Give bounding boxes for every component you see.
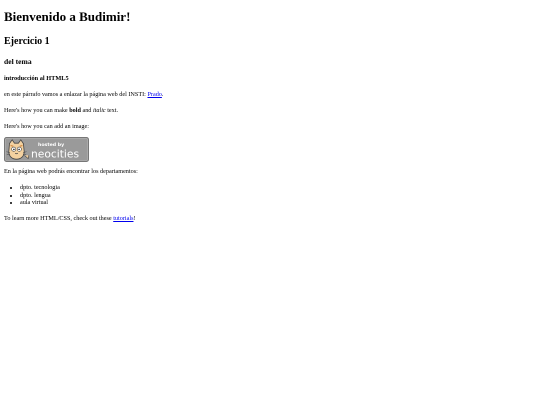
- formatting-prefix: Here's how you can make: [4, 107, 70, 114]
- bold-text: bold: [69, 107, 81, 114]
- page: Bienvenido a Budimir! Ejercicio 1 del te…: [0, 0, 540, 405]
- intro-text: en este párrafo vamos a enlazar la págin…: [4, 91, 148, 98]
- departments-intro: En la página web podrás encontrar los de…: [4, 168, 138, 175]
- prado-link[interactable]: Prado: [147, 91, 161, 98]
- list-item: dpto. lengua: [20, 192, 536, 200]
- exercise-heading: Ejercicio 1: [4, 36, 50, 47]
- learn-more-prefix: To learn more HTML/CSS, check out these: [4, 214, 114, 222]
- list-item: aula virtual: [20, 199, 536, 207]
- italic-text: italic: [92, 107, 106, 114]
- topic-heading: del tema: [4, 57, 32, 66]
- learn-more-suffix: !: [133, 214, 136, 222]
- list-item: dpto. tecnologia: [20, 184, 536, 192]
- departments-list: dpto. tecnologia dpto. lengua aula virtu…: [4, 184, 536, 207]
- tutorials-link[interactable]: tutorials: [113, 215, 133, 222]
- intro-suffix: .: [161, 91, 164, 98]
- neocities-badge[interactable]: hosted by neocities: [4, 137, 89, 162]
- intro-paragraph: en este párrafo vamos a enlazar la págin…: [4, 91, 536, 99]
- formatting-paragraph: Here's how you can make bold and italic …: [4, 107, 536, 115]
- formatting-suffix: text.: [105, 107, 119, 114]
- page-title: Bienvenido a Budimir!: [4, 9, 131, 24]
- learn-more-paragraph: To learn more HTML/CSS, check out these …: [4, 215, 536, 223]
- formatting-middle: and: [80, 107, 93, 114]
- image-intro: Here's how you can add an image:: [4, 123, 89, 130]
- subtopic-heading: introducción al HTML5: [4, 75, 69, 82]
- badge-main-text: neocities: [31, 148, 79, 161]
